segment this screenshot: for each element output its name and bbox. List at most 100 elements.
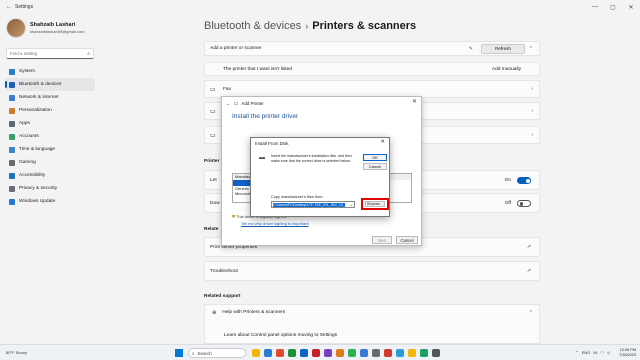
bluetooth-icon (9, 81, 15, 88)
chevron-right-icon: › (531, 108, 533, 114)
taskbar-app-icon[interactable] (312, 349, 320, 357)
taskbar-app-icon[interactable] (336, 349, 344, 357)
sidebar-item-privacy-security[interactable]: Privacy & security (5, 182, 95, 195)
sidebar-item-bluetooth-devices[interactable]: Bluetooth & devices (5, 78, 95, 91)
refresh-button[interactable]: Refresh (481, 43, 525, 54)
next-button[interactable]: Next (372, 236, 392, 244)
back-arrow-icon[interactable]: ← (226, 101, 231, 106)
sidebar-item-label: Accounts (19, 134, 39, 139)
copy-files-label: Copy manufacturer's files from: (271, 195, 324, 199)
brush-icon (9, 107, 15, 114)
cancel-button[interactable]: Cancel (363, 163, 387, 170)
chevron-up-icon[interactable]: ⌃ (529, 46, 533, 52)
accessibility-icon (9, 172, 15, 179)
page-title: Printers & scanners (312, 20, 417, 32)
dow-label: Dow (210, 200, 220, 206)
path-value[interactable]: C:\Users\PC\Desktop\LTF-TEE_EN-_602_10_F… (273, 202, 345, 207)
sidebar-item-time-language[interactable]: Time & language (5, 143, 95, 156)
search-input[interactable]: Find a setting ⌕ (6, 48, 94, 59)
taskbar-app-icon[interactable] (372, 349, 380, 357)
learn-link[interactable]: Learn about Control panel options moving… (224, 333, 337, 338)
search-icon: ⌕ (87, 50, 90, 57)
volume-icon[interactable]: ◁ (607, 350, 610, 355)
add-printer-header-label: Add Printer (241, 101, 264, 106)
maximize-button[interactable]: ▢ (604, 4, 622, 11)
cancel-button[interactable]: Cancel (396, 236, 418, 244)
breadcrumb: Bluetooth & devices › Printers & scanners (204, 20, 536, 32)
taskbar-app-icon[interactable] (252, 349, 260, 357)
sidebar-item-gaming[interactable]: Gaming (5, 156, 95, 169)
taskbar-search[interactable]: ⌕ Search (188, 348, 246, 358)
breadcrumb-separator: › (305, 21, 309, 31)
person-icon (9, 133, 15, 140)
system-tray[interactable]: ⌃ ENG IN ◠ ◁ (575, 350, 610, 355)
taskbar-app-icon[interactable] (396, 349, 404, 357)
related-heading: Relate (204, 227, 219, 232)
sidebar-item-accounts[interactable]: Accounts (5, 130, 95, 143)
taskbar-app-icon[interactable] (408, 349, 416, 357)
taskbar-app-icon[interactable] (360, 349, 368, 357)
sidebar-item-windows-update[interactable]: Windows Update (5, 195, 95, 208)
printer-icon: ▭ (210, 86, 216, 93)
chevron-down-icon[interactable]: ⌄ (350, 202, 353, 207)
tray-chevron-icon[interactable]: ⌃ (575, 350, 578, 355)
taskbar-app-icon[interactable] (300, 349, 308, 357)
breadcrumb-parent[interactable]: Bluetooth & devices (204, 20, 301, 32)
metered-download-toggle[interactable] (517, 200, 531, 207)
search-icon: ⌕ (192, 350, 195, 356)
browse-button[interactable]: Browse... (365, 201, 385, 207)
shield-icon (9, 185, 15, 192)
sidebar-item-label: System (19, 69, 35, 74)
pencil-icon: ✎ (468, 45, 473, 52)
wifi-icon[interactable]: ◠ (600, 350, 604, 355)
windows-start-icon[interactable] (175, 349, 183, 357)
sidebar-item-label: Privacy & security (19, 186, 58, 191)
chevron-up-icon[interactable]: ⌃ (529, 310, 533, 316)
main-content: Bluetooth & devices › Printers & scanners (196, 14, 536, 32)
region-indicator[interactable]: IN (593, 350, 597, 355)
help-label[interactable]: Help with Printers & scanners (222, 310, 285, 315)
install-disk-title: Install From Disk (255, 140, 289, 146)
sidebar-item-label: Network & internet (19, 95, 59, 100)
taskbar: 80°F Sunny ⌕ Search ⌃ ENG IN ◠ ◁ 12:06 P… (0, 344, 640, 360)
sidebar-item-system[interactable]: System (5, 65, 95, 78)
minimize-button[interactable]: — (586, 4, 604, 11)
troubleshoot-row[interactable]: Troubleshoot ↗ (204, 261, 540, 281)
avatar (6, 18, 26, 38)
taskbar-app-icon[interactable] (432, 349, 440, 357)
clock-date: 7/18/2023 (619, 353, 636, 357)
driver-signing-link[interactable]: Tell me why driver signing is important (241, 221, 309, 226)
weather-widget[interactable]: 80°F Sunny (6, 350, 27, 355)
toggle-off-label: Off (504, 200, 511, 206)
sidebar-nav: System Bluetooth & devices Network & inter… (0, 65, 100, 208)
taskbar-app-icon[interactable] (348, 349, 356, 357)
clock[interactable]: 12:06 PM 7/18/2023 (619, 348, 636, 358)
sidebar-item-label: Apps (19, 121, 30, 126)
troubleshoot-label: Troubleshoot (210, 268, 238, 274)
taskbar-app-icon[interactable] (324, 349, 332, 357)
profile[interactable]: Shahzaib Lashari shahzaiblashari09@gmail… (0, 14, 100, 42)
taskbar-app-icon[interactable] (288, 349, 296, 357)
path-combobox[interactable]: C:\Users\PC\Desktop\LTF-TEE_EN-_602_10_F… (271, 201, 355, 208)
manage-default-toggle[interactable] (517, 177, 531, 184)
add-manually-button[interactable]: Add manually (492, 67, 521, 72)
taskbar-app-icon[interactable] (264, 349, 272, 357)
close-button[interactable]: ✕ (622, 4, 640, 11)
back-arrow-icon[interactable]: ← (6, 4, 12, 10)
close-icon[interactable]: ✕ (380, 139, 385, 145)
taskbar-app-icon[interactable] (384, 349, 392, 357)
printer-prefs-heading: Printer (204, 159, 220, 164)
search-placeholder: Find a setting (10, 51, 38, 56)
sidebar: Shahzaib Lashari shahzaiblashari09@gmail… (0, 14, 100, 344)
sidebar-item-network-internet[interactable]: Network & internet (5, 91, 95, 104)
chevron-right-icon: › (531, 86, 533, 92)
taskbar-app-icon[interactable] (276, 349, 284, 357)
ok-button[interactable]: OK (363, 154, 387, 161)
taskbar-app-icon[interactable] (420, 349, 428, 357)
sidebar-item-apps[interactable]: Apps (5, 117, 95, 130)
close-icon[interactable]: ✕ (412, 98, 417, 105)
install-from-disk-dialog: Install From Disk ✕ ▬ Insert the manufac… (250, 137, 390, 217)
sidebar-item-accessibility[interactable]: Accessibility (5, 169, 95, 182)
language-indicator[interactable]: ENG (582, 350, 591, 355)
sidebar-item-personalization[interactable]: Personalization (5, 104, 95, 117)
